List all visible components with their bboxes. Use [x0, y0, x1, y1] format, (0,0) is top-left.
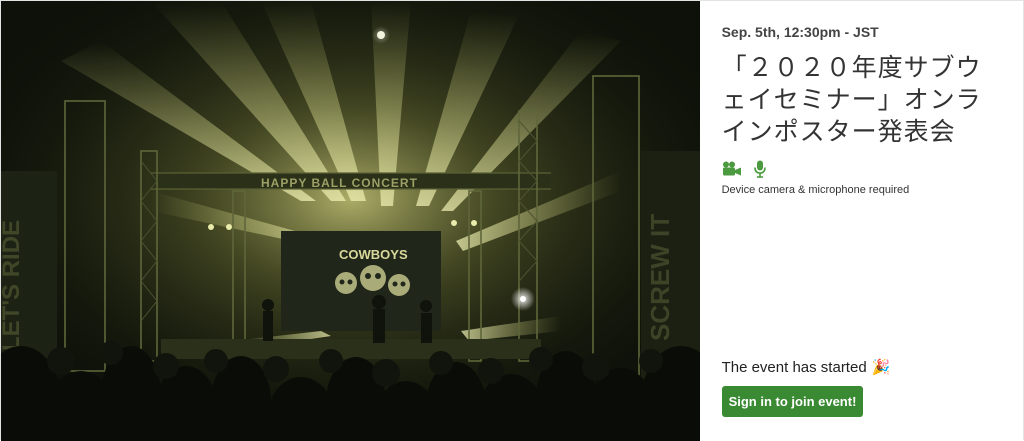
event-details-panel: Sep. 5th, 12:30pm - JST 「２０２０年度サブウェイセミナー…	[699, 1, 1023, 441]
stage-banner-text: COWBOYS	[339, 247, 408, 262]
sign-in-join-button[interactable]: Sign in to join event!	[721, 386, 864, 417]
event-hero-image: HAPPY BALL CONCERT LET'S RIDE SCREW IT C…	[1, 1, 700, 441]
device-requirements	[722, 160, 1001, 178]
event-status-text: The event has started	[721, 359, 867, 376]
device-requirements-text: Device camera & microphone required	[721, 184, 910, 196]
video-camera-icon	[722, 161, 742, 177]
scaffold-left-text: LET'S RIDE	[1, 220, 25, 351]
event-status-section: The event has started 🎉 Sign in to join …	[721, 359, 891, 417]
event-title: 「２０２０年度サブウェイセミナー」オンラインポスター発表会	[721, 53, 982, 146]
svg-text:HAPPY BALL CONCERT: HAPPY BALL CONCERT	[261, 176, 418, 190]
event-card: HAPPY BALL CONCERT LET'S RIDE SCREW IT C…	[0, 0, 1024, 441]
event-status: The event has started 🎉	[722, 359, 891, 376]
microphone-icon	[753, 160, 766, 178]
party-popper-icon: 🎉	[871, 359, 891, 376]
scaffold-right-text: SCREW IT	[645, 214, 675, 341]
event-date: Sep. 5th, 12:30pm - JST	[721, 24, 879, 40]
